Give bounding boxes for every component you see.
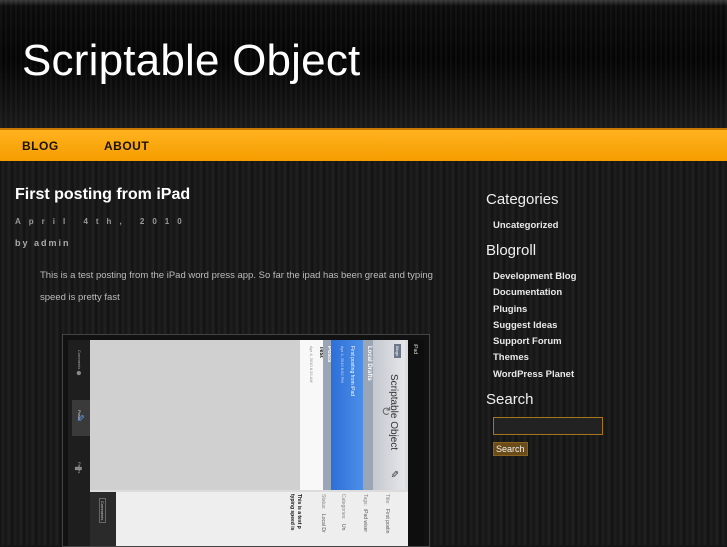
site-header: Scriptable Object <box>0 0 727 128</box>
ipad-compose-icon: ✎ <box>388 470 399 479</box>
blogroll-link[interactable]: Development Blog <box>493 271 576 282</box>
ipad-comments-icon: ● <box>73 370 84 377</box>
ipad-draft-title: First posting from iPad <box>349 346 355 397</box>
ipad-tab-comments: Comments <box>77 350 82 370</box>
site-title[interactable]: Scriptable Object <box>22 36 360 86</box>
category-link-uncategorized[interactable]: Uncategorized <box>493 220 558 231</box>
ipad-draft-date: Apr 4, 2010 8:52 PM <box>340 346 345 383</box>
post-date: April 4th, 2010 <box>15 217 190 226</box>
ipad-field-title-value: First postin <box>384 509 390 534</box>
ipad-status-label: iPad <box>412 344 418 355</box>
ipad-editor: Comments This is a test p typing speed i… <box>90 492 408 546</box>
search-heading: Search <box>486 391 534 408</box>
categories-heading: Categories <box>486 191 559 208</box>
ipad-drafts-header: Local Drafts <box>363 340 373 490</box>
search-button[interactable]: Search <box>493 442 528 456</box>
post-image-ipad-screenshot: Comments ● Posts ✎ Pages ▮ Test Apr 4, 2… <box>62 334 430 547</box>
blogroll-link[interactable]: Plugins <box>493 304 527 315</box>
ipad-field-status-value: Local Dr <box>320 514 326 533</box>
blogroll-link[interactable]: Suggest Ideas <box>493 320 557 331</box>
ipad-back-button: Blogs <box>394 344 401 359</box>
post-body: This is a test posting from the iPad wor… <box>40 270 433 303</box>
blogroll-link[interactable]: Support Forum <box>493 336 562 347</box>
ipad-post-date: Apr 4, 2010 8:32 AM <box>309 346 314 383</box>
post-title[interactable]: First posting from iPad <box>15 186 190 204</box>
ipad-field-tags-value: iPad wiser <box>362 509 368 533</box>
ipad-screen: Comments ● Posts ✎ Pages ▮ Test Apr 4, 2… <box>68 340 424 546</box>
blogroll-link[interactable]: Documentation <box>493 287 562 298</box>
ipad-body-line1: This is a test p <box>296 494 302 529</box>
blogroll-link[interactable]: Themes <box>493 352 529 363</box>
ipad-navbar: Blogs Scriptable Object ↻ ✎ <box>373 340 405 490</box>
ipad-field-categories: Categories: <box>340 494 346 520</box>
ipad-body-line2: typing speed is <box>289 494 295 531</box>
ipad-refresh-icon: ↻ <box>379 406 393 417</box>
post-author: by admin <box>15 238 71 248</box>
ipad-field-title: Title: <box>384 494 390 505</box>
ipad-pages-icon: ▮ <box>74 466 84 471</box>
ipad-draft-cell-selected: First posting from iPad Apr 4, 2010 8:52… <box>331 340 363 490</box>
ipad-drafts-header-label: Local Drafts <box>366 346 372 381</box>
blogroll-heading: Blogroll <box>486 242 537 259</box>
search-input[interactable] <box>493 417 603 435</box>
ipad-field-tags: Tags: <box>362 494 368 506</box>
ipad-statusbar: iPad <box>408 340 424 546</box>
ipad-field-status: Status: <box>320 494 326 510</box>
ipad-editor-toolbar: Comments <box>90 492 116 546</box>
main-nav: BLOG ABOUT <box>0 128 727 161</box>
ipad-field-categories-value: Un <box>340 524 346 531</box>
ipad-comments-button: Comments <box>99 498 106 524</box>
nav-blog[interactable]: BLOG <box>22 139 59 153</box>
blogroll-link[interactable]: WordPress Planet <box>493 369 574 380</box>
ipad-tabbar: Comments ● Posts ✎ Pages ▮ <box>68 340 90 546</box>
ipad-posts-icon: ✎ <box>74 414 85 423</box>
nav-about[interactable]: ABOUT <box>104 139 149 153</box>
ipad-list-area <box>90 340 300 490</box>
